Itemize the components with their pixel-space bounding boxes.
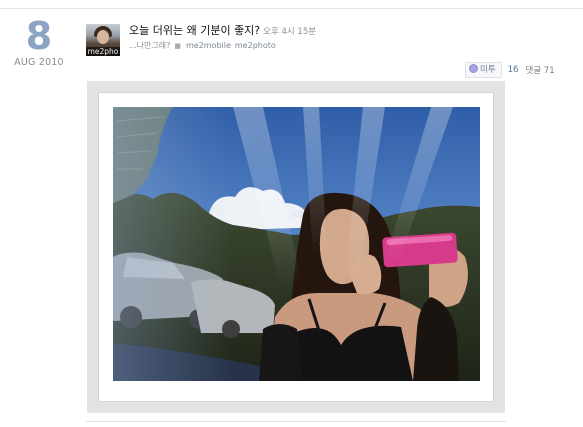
- post-stats: 미투 16 댓글 71: [465, 62, 555, 78]
- app-tag-me2photo[interactable]: me2photo: [235, 41, 276, 50]
- avatar-label: me2pho: [86, 47, 120, 56]
- metoo-count[interactable]: 16: [508, 65, 519, 75]
- post-time[interactable]: 오후 4시 15분: [263, 27, 316, 37]
- post-title-text: 오늘 더위는 왜 기분이 좋지?: [129, 24, 261, 37]
- metoo-label: 미투: [480, 65, 496, 75]
- bottom-divider: [86, 421, 506, 422]
- post-title: 오늘 더위는 왜 기분이 좋지? 오후 4시 15분: [129, 22, 316, 38]
- avatar[interactable]: me2pho: [86, 24, 120, 56]
- photo-glove: [259, 324, 303, 381]
- date-month-year: AUG 2010: [14, 57, 64, 68]
- post-meta-text: ...나만그래?: [129, 41, 171, 50]
- metoo-button[interactable]: 미투: [465, 62, 502, 78]
- post-date: 8 AUG 2010: [10, 16, 68, 68]
- photo-glass-reflection: [113, 107, 233, 381]
- post-photo[interactable]: [113, 107, 480, 381]
- app-tag-me2mobile[interactable]: me2mobile: [186, 41, 231, 50]
- date-day: 8: [25, 14, 53, 58]
- tag-icon: ■: [174, 42, 181, 50]
- metoo-icon: [469, 64, 478, 73]
- top-divider: [0, 8, 583, 9]
- post-meta: ...나만그래? ■ me2mobile me2photo: [129, 40, 280, 51]
- comment-count[interactable]: 댓글 71: [525, 66, 554, 76]
